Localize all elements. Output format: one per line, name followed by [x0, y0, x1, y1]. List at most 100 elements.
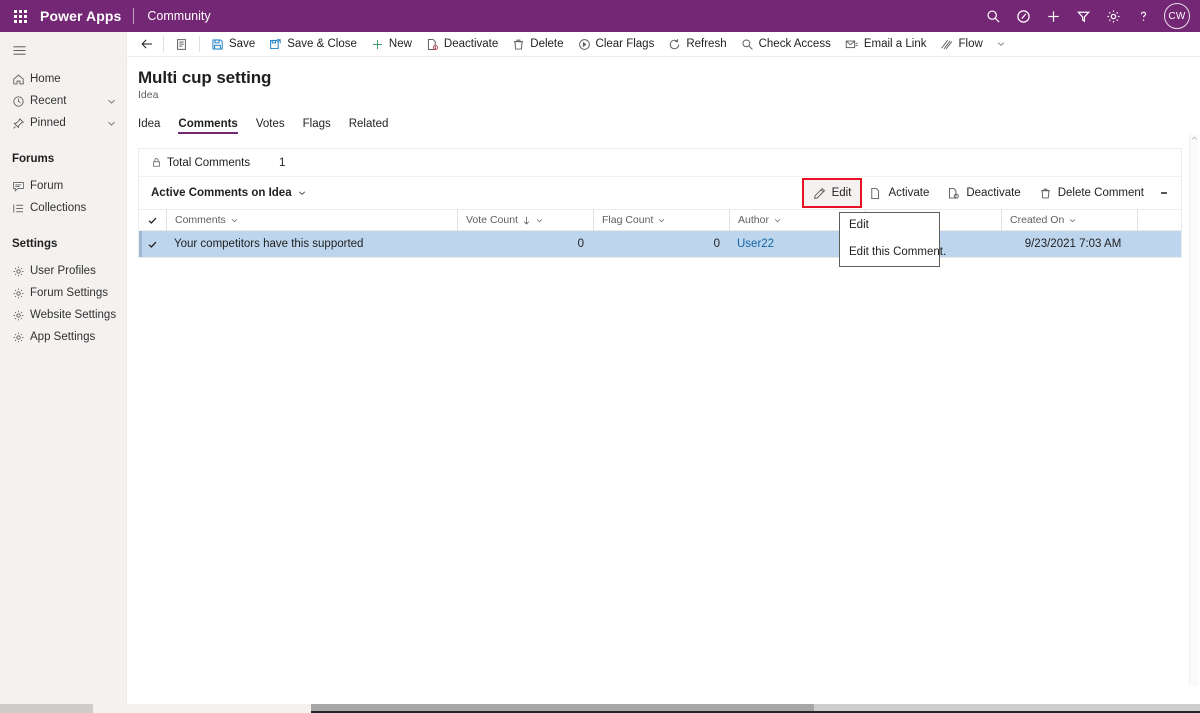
avatar[interactable]: CW [1164, 3, 1190, 29]
total-comments-row: Total Comments 1 [139, 149, 1181, 177]
sidebar-item-home[interactable]: Home [0, 68, 126, 90]
total-comments-label: Total Comments [167, 156, 251, 169]
brand-label[interactable]: Power Apps [40, 8, 133, 24]
select-all-checkbox[interactable] [139, 209, 166, 231]
column-label: Vote Count [466, 214, 518, 226]
app-body: Home Recent Pinned Forums Forum Collecti… [0, 32, 1200, 713]
chevron-down-icon[interactable] [106, 118, 118, 129]
table-row[interactable]: Your competitors have this supported 0 0… [139, 231, 1181, 257]
plus-icon[interactable] [1038, 0, 1068, 32]
command-label: Flow [958, 38, 983, 50]
edit-button-label: Edit [831, 187, 852, 199]
content-scrollbar[interactable] [1189, 134, 1198, 686]
sidebar-item-collections[interactable]: Collections [0, 197, 126, 219]
column-header-tail [1137, 209, 1181, 231]
sidebar-item-app-settings[interactable]: App Settings [0, 326, 126, 348]
column-header-created-on[interactable]: Created On [1001, 209, 1137, 231]
grid-header-row: Comments Vote Count Flag Count Author Cr… [139, 209, 1181, 231]
gear-icon[interactable] [1098, 0, 1128, 32]
app-name-label[interactable]: Community [134, 9, 210, 23]
tab-flags[interactable]: Flags [294, 118, 340, 134]
sidebar-item-label: Forum Settings [30, 287, 108, 299]
new-button[interactable]: New [364, 32, 419, 56]
chevron-down-icon[interactable] [106, 96, 118, 107]
hamburger-icon[interactable] [0, 32, 126, 68]
sidebar-item-forum-settings[interactable]: Forum Settings [0, 282, 126, 304]
gear-icon [12, 331, 30, 344]
column-header-flag-count[interactable]: Flag Count [593, 209, 729, 231]
filter-icon[interactable] [1068, 0, 1098, 32]
deactivate-button[interactable]: Deactivate [419, 32, 505, 56]
back-arrow-icon[interactable] [135, 32, 159, 56]
diagnostics-icon[interactable] [1008, 0, 1038, 32]
sidebar-item-recent[interactable]: Recent [0, 90, 126, 112]
command-label: Check Access [758, 38, 831, 50]
tab-related[interactable]: Related [340, 118, 398, 134]
tab-idea[interactable]: Idea [138, 118, 169, 134]
flow-button[interactable]: Flow [933, 32, 1012, 56]
help-icon[interactable] [1128, 0, 1158, 32]
command-bar: Save Save & Close New Deactivate Delete … [127, 32, 1200, 57]
column-label: Created On [1010, 214, 1065, 226]
subgrid-toolbar: Active Comments on Idea Edit Activate De… [139, 177, 1181, 209]
search-icon[interactable] [978, 0, 1008, 32]
clock-icon [12, 95, 30, 108]
cell-vote-count: 0 [577, 238, 584, 250]
cell-flag-count: 0 [713, 238, 720, 250]
tooltip-body: Edit this Comment. [849, 245, 947, 258]
form-selector-button[interactable] [168, 32, 195, 56]
refresh-button[interactable]: Refresh [661, 32, 733, 56]
sidebar-item-forum[interactable]: Forum [0, 175, 126, 197]
save-and-close-button[interactable]: Save & Close [262, 32, 364, 56]
horizontal-scrollbar[interactable] [0, 704, 1200, 713]
deactivate-button-label: Deactivate [966, 187, 1021, 199]
command-divider [199, 36, 200, 52]
sidebar-item-website-settings[interactable]: Website Settings [0, 304, 126, 326]
suite-header: Power Apps Community CW [0, 0, 1200, 32]
deactivate-button[interactable]: Deactivate [938, 180, 1029, 206]
column-header-comments[interactable]: Comments [166, 209, 457, 231]
command-label: Email a Link [863, 38, 927, 50]
scroll-up-icon[interactable] [1190, 134, 1199, 143]
clear-flags-button[interactable]: Clear Flags [571, 32, 662, 56]
check-access-button[interactable]: Check Access [734, 32, 838, 56]
delete-button[interactable]: Delete [505, 32, 570, 56]
command-label: Clear Flags [595, 38, 655, 50]
tab-comments[interactable]: Comments [169, 118, 246, 134]
pin-icon [12, 117, 30, 130]
sidebar-group-forums: Forums [12, 153, 55, 165]
command-label: New [388, 38, 412, 50]
home-icon [12, 73, 30, 86]
command-divider [163, 36, 164, 52]
gear-icon [12, 287, 30, 300]
sidebar-item-label: Forum [30, 180, 64, 192]
sidebar-item-label: Home [30, 73, 61, 85]
app-launcher-icon[interactable] [0, 0, 40, 32]
cell-comment[interactable]: Your competitors have this supported [166, 238, 457, 250]
delete-comment-button[interactable]: Delete Comment [1030, 180, 1153, 206]
forum-icon [12, 180, 30, 193]
page-title: Multi cup setting [138, 68, 272, 87]
more-commands-icon[interactable] [1153, 180, 1175, 206]
column-label: Author [738, 214, 769, 226]
list-icon [12, 202, 30, 215]
activate-button[interactable]: Activate [860, 180, 938, 206]
record-header: Multi cup setting Idea [127, 56, 1200, 101]
sidebar-item-label: Pinned [30, 117, 66, 129]
command-label: Deactivate [443, 38, 499, 50]
scrollbar-segment[interactable] [0, 704, 93, 713]
edit-tooltip: Edit Edit this Comment. [839, 212, 947, 267]
row-checkbox[interactable] [139, 239, 166, 250]
save-button[interactable]: Save [204, 32, 262, 56]
column-header-vote-count[interactable]: Vote Count [457, 209, 593, 231]
email-a-link-button[interactable]: Email a Link [838, 32, 934, 56]
sidebar-item-label: User Profiles [30, 265, 96, 277]
edit-button[interactable]: Edit [801, 178, 863, 208]
lock-icon [151, 157, 162, 168]
activate-button-label: Activate [888, 187, 930, 199]
view-selector[interactable]: Active Comments on Idea [151, 187, 307, 199]
tab-votes[interactable]: Votes [247, 118, 294, 134]
sidebar-item-pinned[interactable]: Pinned [0, 112, 126, 134]
sidebar-item-user-profiles[interactable]: User Profiles [0, 260, 126, 282]
flow-chevron-down-icon[interactable] [996, 39, 1006, 49]
